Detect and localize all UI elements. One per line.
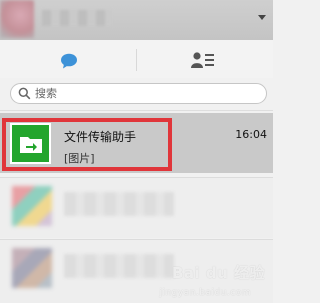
watermark-url: jingyan.baidu.com: [159, 288, 251, 298]
search-input[interactable]: [35, 85, 260, 102]
contacts-icon: [191, 52, 214, 68]
conversation-avatar: [10, 123, 51, 164]
chat-bubble-icon: [61, 53, 77, 69]
conversation-title: [64, 192, 174, 216]
conversation-title: 文件传输助手: [64, 130, 137, 144]
watermark: Bai du 经验: [171, 264, 265, 282]
search-box[interactable]: [10, 83, 267, 104]
search-icon: [18, 87, 31, 100]
chevron-down-icon[interactable]: [258, 15, 266, 20]
conversation-last-message: [图片]: [64, 152, 95, 165]
conversation-title: [64, 254, 174, 278]
folder-transfer-icon: [20, 137, 42, 153]
conversation-item-file-transfer[interactable]: 文件传输助手 [图片] 16:04: [0, 113, 273, 173]
conversation-time: 16:04: [235, 128, 267, 141]
tab-contacts[interactable]: [137, 40, 273, 78]
conversation-avatar: [12, 186, 52, 226]
profile-name: [42, 10, 112, 26]
divider: [0, 110, 273, 111]
tab-chats[interactable]: [0, 40, 136, 78]
profile-avatar[interactable]: [0, 0, 34, 38]
tab-bar: [0, 40, 273, 78]
conversation-avatar: [12, 248, 52, 288]
conversation-item-blurred[interactable]: [0, 178, 273, 238]
top-bar: [0, 0, 273, 40]
